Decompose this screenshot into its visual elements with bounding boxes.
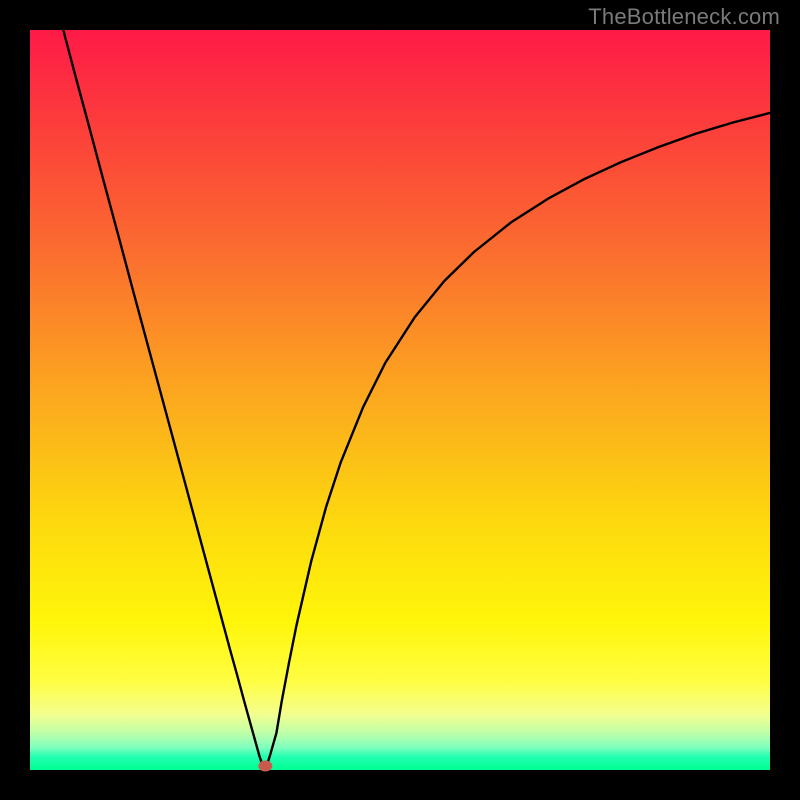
attribution-text: TheBottleneck.com [588,4,780,30]
chart-frame: TheBottleneck.com [0,0,800,800]
plot-area [30,30,770,770]
bottleneck-curve [63,30,770,769]
minimum-marker [258,761,272,772]
curve-svg [30,30,770,770]
